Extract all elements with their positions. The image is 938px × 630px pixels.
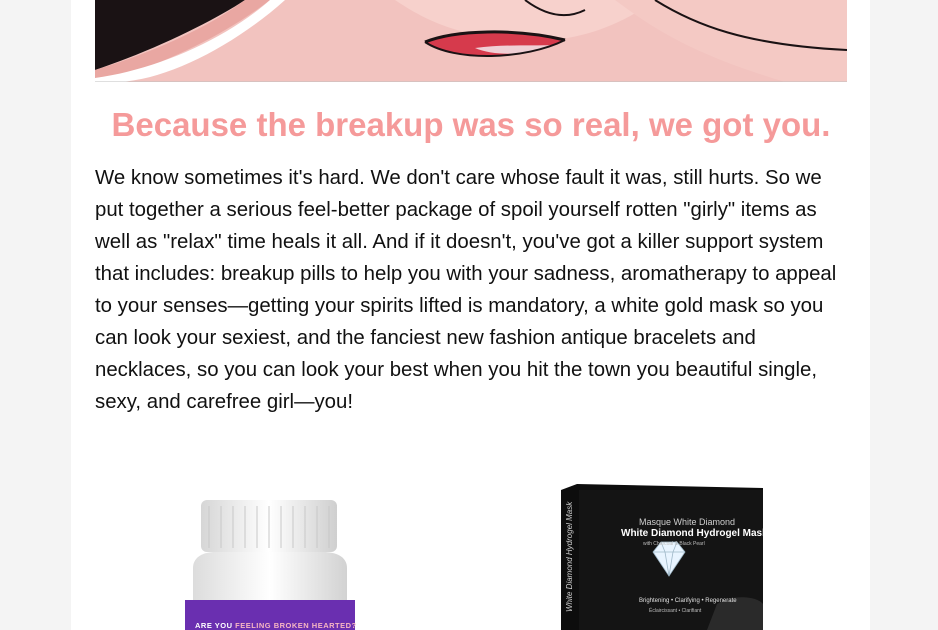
mask-title: White Diamond Hydrogel Mask [621,528,768,539]
pill-label: ARE YOU FEELING BROKEN HEARTED? [195,621,365,630]
mask-brand: Masque White Diamond [639,517,736,527]
lips-illustration-icon [95,0,847,82]
product-pills-image[interactable]: ARE YOU FEELING BROKEN HEARTED? [175,490,375,630]
mask-benefits-fr: Éclaircissant • Clarifiant [649,608,702,614]
mask-benefits: Brightening • Clarifying • Regenerate [639,598,737,604]
pill-label-lead: ARE YOU [195,621,236,630]
mask-side-text: White Diamond Hydrogel Mask [565,501,574,612]
body-copy: We know sometimes it's hard. We don't ca… [95,167,837,413]
pill-label-accent: FEELING BROKEN HEARTED? [235,621,357,630]
product-mask-image[interactable]: Masque White Diamond White Diamond Hydro… [557,484,773,630]
headline: Because the breakup was so real, we got … [111,106,831,143]
mask-subtitle: with Charcoal & Black Pearl [643,541,705,547]
hero-illustration-image [95,0,847,82]
email-card: Because the breakup was so real, we got … [71,0,870,630]
pill-bottle-icon [185,500,355,630]
